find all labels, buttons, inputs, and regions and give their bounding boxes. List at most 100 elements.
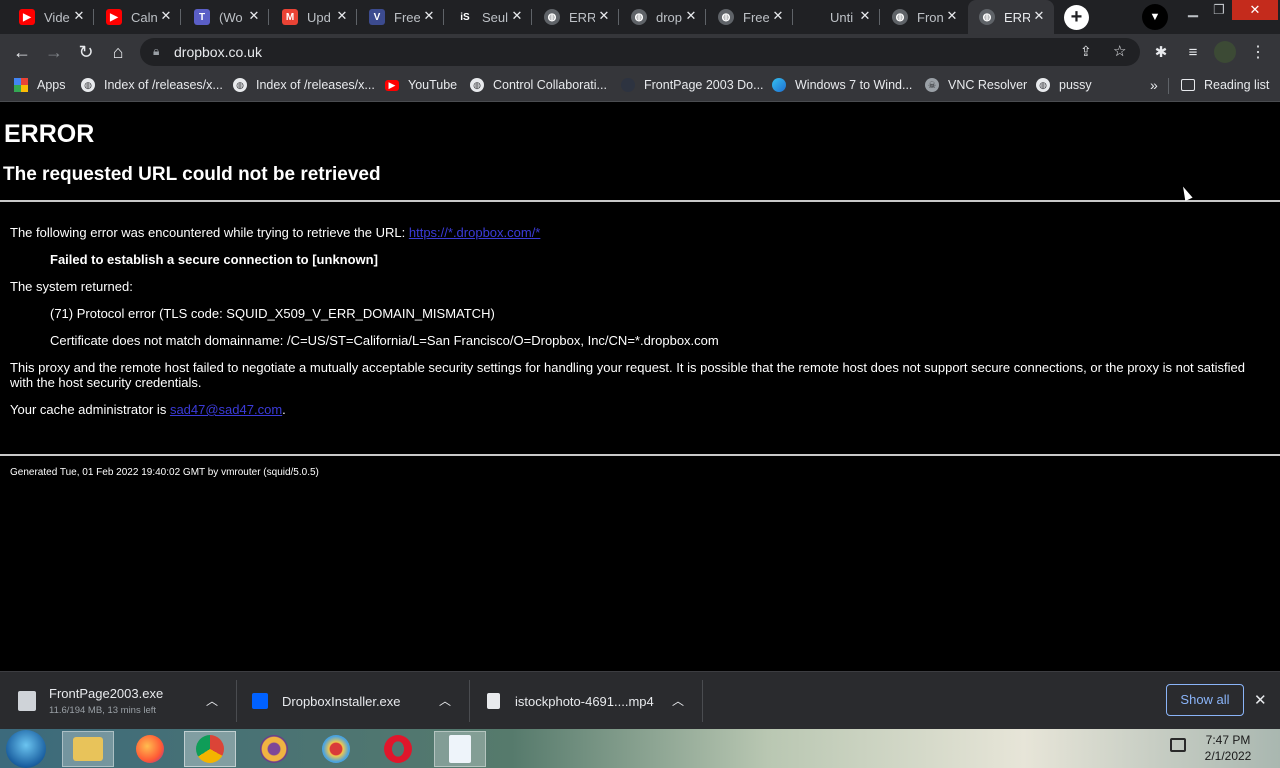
tab-title: ERR bbox=[569, 9, 595, 25]
show-all-button[interactable]: Show all bbox=[1166, 684, 1244, 716]
divider bbox=[1168, 78, 1169, 94]
protocol-error-text: (71) Protocol error (TLS code: SQUID_X50… bbox=[50, 306, 495, 321]
tab-strip: ▶ Vide ✕ ▶ Caln ✕ T (Wo ✕ M Upd ✕ V Free… bbox=[0, 0, 1280, 34]
close-tab-icon[interactable]: ✕ bbox=[334, 8, 350, 24]
bookmark-windows[interactable]: Windows 7 to Wind... bbox=[772, 70, 912, 100]
tab-upd[interactable]: M Upd ✕ bbox=[271, 0, 357, 34]
close-tab-icon[interactable]: ✕ bbox=[71, 8, 87, 24]
apps-grid-icon bbox=[14, 78, 28, 92]
close-icon[interactable]: ✕ bbox=[1254, 691, 1267, 709]
bookmark-label: VNC Resolver bbox=[948, 78, 1028, 92]
close-tab-icon[interactable]: ✕ bbox=[770, 8, 786, 24]
tab-err-1[interactable]: ◍ ERR ✕ bbox=[533, 0, 619, 34]
chevron-down-icon[interactable]: ▼ bbox=[1142, 4, 1168, 30]
bookmark-label: Control Collaborati... bbox=[493, 78, 607, 92]
error-url-link[interactable]: https://*.dropbox.com/* bbox=[409, 225, 541, 240]
home-icon[interactable]: ⌂ bbox=[105, 39, 131, 65]
proxy-explanation: This proxy and the remote host failed to… bbox=[10, 360, 1245, 390]
admin-email-link[interactable]: sad47@sad47.com bbox=[170, 402, 282, 417]
avatar[interactable] bbox=[1212, 39, 1238, 65]
close-tab-icon[interactable]: ✕ bbox=[857, 8, 873, 24]
explorer-taskbar-button[interactable] bbox=[62, 731, 114, 767]
bookmark-apps[interactable]: Apps bbox=[14, 70, 66, 100]
lock-icon[interactable]: 🔒︎ bbox=[153, 44, 159, 59]
download-item[interactable]: DropboxInstaller.exe ︿ bbox=[252, 672, 470, 730]
bookmark-star-icon[interactable]: ☆ bbox=[1113, 42, 1126, 60]
tab-seul[interactable]: iS Seul ✕ bbox=[446, 0, 532, 34]
bookmark-control[interactable]: ◍ Control Collaborati... bbox=[470, 70, 607, 100]
close-tab-icon[interactable]: ✕ bbox=[683, 8, 699, 24]
bookmark-label: Apps bbox=[37, 78, 66, 92]
close-tab-icon[interactable]: ✕ bbox=[944, 8, 960, 24]
reading-list-button[interactable]: Reading list bbox=[1181, 70, 1269, 100]
minimize-icon[interactable]: ▁ bbox=[1180, 0, 1206, 20]
download-item[interactable]: FrontPage2003.exe 11.6/194 MB, 13 mins l… bbox=[18, 672, 237, 730]
tab-untitled[interactable]: Unti ✕ bbox=[794, 0, 880, 34]
blank-icon bbox=[805, 9, 821, 25]
window-close-icon[interactable]: ✕ bbox=[1232, 0, 1278, 20]
media-control-icon[interactable]: ≡ bbox=[1180, 39, 1206, 65]
tab-err-active[interactable]: ◍ ERR ✕ bbox=[968, 0, 1054, 34]
chevron-up-icon[interactable]: ︿ bbox=[439, 692, 451, 709]
failed-message: Failed to establish a secure connection … bbox=[50, 252, 378, 267]
chrome-icon bbox=[196, 735, 224, 763]
tab-wo[interactable]: T (Wo ✕ bbox=[183, 0, 269, 34]
network-icon[interactable] bbox=[1170, 738, 1186, 752]
bookmark-label: YouTube bbox=[408, 78, 458, 92]
opera-taskbar-button[interactable] bbox=[372, 731, 424, 767]
tab-video[interactable]: ▶ Vide ✕ bbox=[8, 0, 94, 34]
new-tab-button[interactable]: + bbox=[1064, 5, 1089, 30]
mouse-cursor-icon bbox=[1179, 184, 1193, 202]
system-clock[interactable]: 7:47 PM 2/1/2022 bbox=[1196, 732, 1260, 764]
close-tab-icon[interactable]: ✕ bbox=[1031, 8, 1047, 24]
tab-title: Vide bbox=[44, 9, 70, 25]
tab-fron[interactable]: ◍ Fron ✕ bbox=[881, 0, 967, 34]
notepad-taskbar-button[interactable] bbox=[434, 731, 486, 767]
firefox-taskbar-button[interactable] bbox=[124, 731, 176, 767]
bookmark-youtube[interactable]: ▶ YouTube bbox=[385, 70, 457, 100]
globe-icon: ◍ bbox=[233, 78, 247, 92]
download-name: istockphoto-4691....mp4 bbox=[515, 693, 654, 709]
system-returned-label: The system returned: bbox=[10, 279, 133, 294]
download-item[interactable]: istockphoto-4691....mp4 ︿ bbox=[487, 672, 703, 730]
tab-caln[interactable]: ▶ Caln ✕ bbox=[95, 0, 181, 34]
address-bar[interactable]: 🔒︎ dropbox.co.uk ⇪ ☆ bbox=[140, 38, 1140, 66]
back-arrow-icon[interactable]: ← bbox=[9, 39, 35, 65]
download-shelf: FrontPage2003.exe 11.6/194 MB, 13 mins l… bbox=[0, 671, 1280, 729]
exe-file-icon bbox=[18, 691, 36, 711]
close-tab-icon[interactable]: ✕ bbox=[158, 8, 174, 24]
browser-taskbar-button[interactable] bbox=[310, 731, 362, 767]
chrome-taskbar-button[interactable] bbox=[184, 731, 236, 767]
bookmark-vnc[interactable]: ☠ VNC Resolver bbox=[925, 70, 1027, 100]
v-logo-icon: V bbox=[369, 9, 385, 25]
forward-arrow-icon[interactable]: → bbox=[41, 39, 67, 65]
generated-footer: Generated Tue, 01 Feb 2022 19:40:02 GMT … bbox=[10, 467, 319, 478]
bookmarks-overflow-icon[interactable]: » bbox=[1150, 70, 1158, 100]
blank-icon bbox=[621, 78, 635, 92]
start-button[interactable] bbox=[6, 730, 46, 768]
file-icon bbox=[487, 693, 500, 709]
extensions-icon[interactable]: ✱ bbox=[1148, 39, 1174, 65]
tor-taskbar-button[interactable] bbox=[248, 731, 300, 767]
bookmark-frontpage[interactable]: FrontPage 2003 Do... bbox=[621, 70, 764, 100]
tab-drop[interactable]: ◍ drop ✕ bbox=[620, 0, 706, 34]
chevron-up-icon[interactable]: ︿ bbox=[672, 692, 684, 709]
tab-free-1[interactable]: V Free ✕ bbox=[358, 0, 444, 34]
tab-title: Seul bbox=[482, 9, 508, 25]
chevron-up-icon[interactable]: ︿ bbox=[206, 692, 218, 709]
menu-icon[interactable]: ⋮ bbox=[1245, 39, 1271, 65]
tab-free-2[interactable]: ◍ Free ✕ bbox=[707, 0, 793, 34]
bookmark-index-2[interactable]: ◍ Index of /releases/x... bbox=[233, 70, 375, 100]
close-tab-icon[interactable]: ✕ bbox=[421, 8, 437, 24]
globe-icon: ◍ bbox=[631, 9, 647, 25]
close-tab-icon[interactable]: ✕ bbox=[509, 8, 525, 24]
istock-icon: iS bbox=[457, 9, 473, 25]
close-tab-icon[interactable]: ✕ bbox=[246, 8, 262, 24]
restore-icon[interactable]: ❐ bbox=[1206, 0, 1232, 20]
reload-icon[interactable]: ↻ bbox=[73, 39, 99, 65]
close-tab-icon[interactable]: ✕ bbox=[596, 8, 612, 24]
bookmark-pussy[interactable]: ◍ pussy bbox=[1036, 70, 1092, 100]
bookmark-index-1[interactable]: ◍ Index of /releases/x... bbox=[81, 70, 223, 100]
gmail-icon: M bbox=[282, 9, 298, 25]
share-icon[interactable]: ⇪ bbox=[1080, 43, 1092, 60]
